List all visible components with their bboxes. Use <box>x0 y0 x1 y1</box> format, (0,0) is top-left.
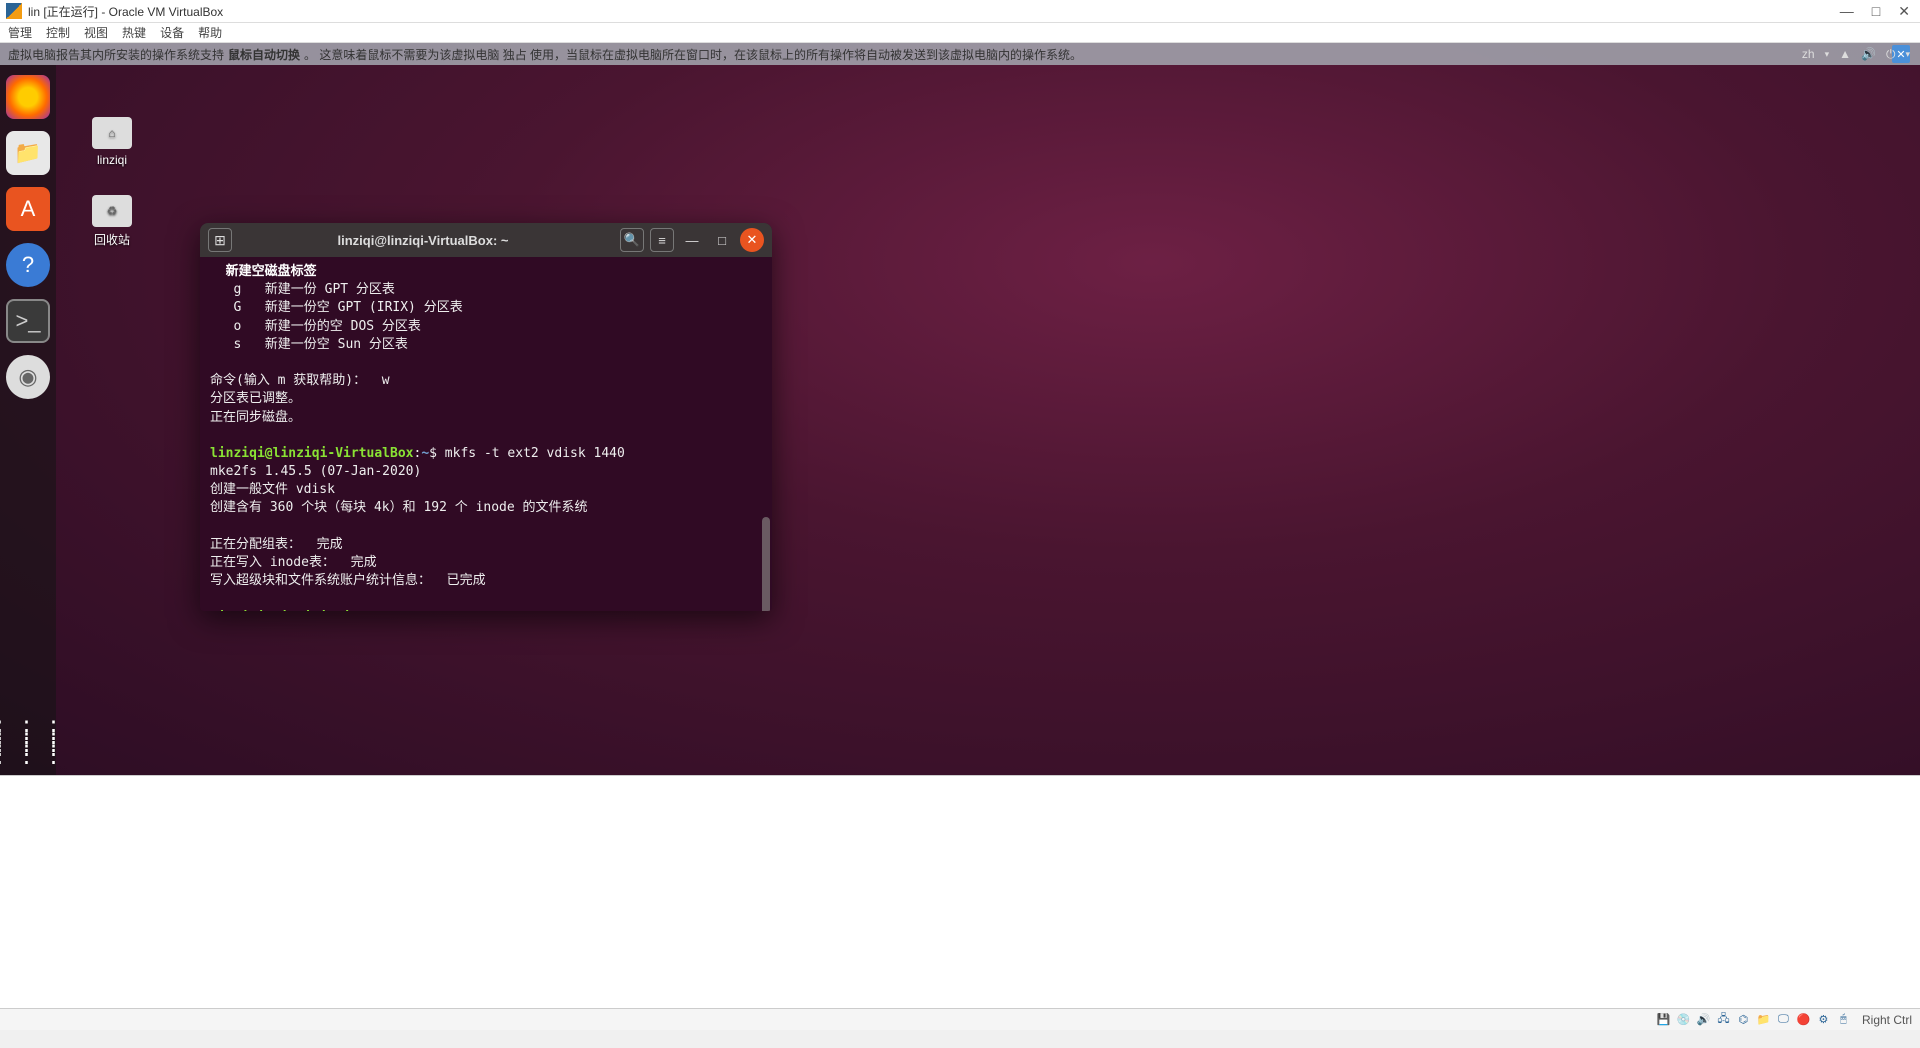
term-line: 创建一般文件 vdisk <box>210 482 335 497</box>
term-cmd: $ mkfs -t ext2 vdisk 1440 <box>429 446 625 461</box>
menu-manage[interactable]: 管理 <box>8 24 32 41</box>
trash-icon: ♻ <box>92 195 132 227</box>
ubuntu-topbar: zh ▾ ▲ 🔊 ⏻ ▾ <box>1792 43 1920 65</box>
status-usb-icon[interactable]: ⌬ <box>1736 1012 1751 1027</box>
terminal-body[interactable]: 新建空磁盘标签 g 新建一份 GPT 分区表 G 新建一份空 GPT (IRIX… <box>200 257 772 611</box>
term-line: 正在同步磁盘。 <box>210 410 301 425</box>
banner-text-bold: 鼠标自动切换 <box>228 46 300 63</box>
terminal-maximize-button[interactable]: □ <box>710 228 734 252</box>
terminal-titlebar[interactable]: ⊞ linziqi@linziqi-VirtualBox: ~ 🔍 ≡ — □ … <box>200 223 772 257</box>
menu-hotkeys[interactable]: 热键 <box>122 24 146 41</box>
terminal-search-button[interactable]: 🔍 <box>620 228 644 252</box>
term-line: 正在写入 inode表： 完成 <box>210 555 377 570</box>
status-network-icon[interactable]: 🖧 <box>1716 1012 1731 1027</box>
host-close-button[interactable]: ✕ <box>1898 3 1910 20</box>
input-dropdown-icon: ▾ <box>1825 49 1830 60</box>
term-prompt-path: ~ <box>421 446 429 461</box>
term-line: g 新建一份 GPT 分区表 <box>210 282 395 297</box>
banner-text-pre: 虚拟电脑报告其内所安装的操作系统支持 <box>8 46 224 63</box>
host-menubar: 管理 控制 视图 热键 设备 帮助 <box>0 23 1920 43</box>
input-method-indicator[interactable]: zh <box>1802 47 1815 61</box>
dock-help-icon[interactable]: ? <box>6 243 50 287</box>
terminal-menu-button[interactable]: ≡ <box>650 228 674 252</box>
volume-icon[interactable]: 🔊 <box>1861 47 1876 61</box>
menu-control[interactable]: 控制 <box>46 24 70 41</box>
terminal-close-button[interactable]: ✕ <box>740 228 764 252</box>
dock-apps-grid-icon[interactable]: ⋮⋮⋮⋮⋮⋮⋮⋮⋮ <box>0 725 69 761</box>
host-status-icons: 💾 💿 🔊 🖧 ⌬ 📁 🖵 🔴 ⚙ 🖱 Right Ctrl <box>1656 1012 1912 1027</box>
power-icon[interactable]: ⏻ <box>1886 47 1896 62</box>
term-line: 写入超级块和文件系统账户统计信息： 已完成 <box>210 573 486 588</box>
dock-terminal-icon[interactable]: >_ <box>6 299 50 343</box>
network-icon[interactable]: ▲ <box>1839 47 1851 61</box>
dock-software-icon[interactable]: A <box>6 187 50 231</box>
terminal-minimize-button[interactable]: — <box>680 228 704 252</box>
status-display-icon[interactable]: 🖵 <box>1776 1012 1791 1027</box>
home-folder-label: linziqi <box>97 153 127 167</box>
status-mouse-icon[interactable]: 🖱 <box>1836 1012 1851 1027</box>
host-window-title: lin [正在运行] - Oracle VM VirtualBox <box>28 3 1840 20</box>
menu-devices[interactable]: 设备 <box>160 24 184 41</box>
host-content-gap <box>0 775 1920 1008</box>
status-harddisk-icon[interactable]: 💾 <box>1656 1012 1671 1027</box>
host-statusbar: 💾 💿 🔊 🖧 ⌬ 📁 🖵 🔴 ⚙ 🖱 Right Ctrl <box>0 1008 1920 1030</box>
home-folder-icon: ⌂ <box>92 117 132 149</box>
host-minimize-button[interactable]: — <box>1840 3 1854 20</box>
term-line: 新建空磁盘标签 <box>210 264 317 279</box>
term-line: 正在分配组表： 完成 <box>210 537 343 552</box>
host-maximize-button[interactable]: □ <box>1872 3 1880 20</box>
term-prompt-user: linziqi@linziqi-VirtualBox <box>210 610 414 611</box>
banner-text-post: 。 这意味着鼠标不需要为该虚拟电脑 独占 使用，当鼠标在虚拟电脑所在窗口时，在该… <box>304 46 1082 63</box>
vm-display[interactable]: 虚拟电脑报告其内所安装的操作系统支持 鼠标自动切换 。 这意味着鼠标不需要为该虚… <box>0 43 1920 775</box>
menu-help[interactable]: 帮助 <box>198 24 222 41</box>
term-line: 命令(输入 m 获取帮助)： w <box>210 373 390 388</box>
status-optical-icon[interactable]: 💿 <box>1676 1012 1691 1027</box>
ubuntu-dock: 📁 A ? >_ ◉ ⋮⋮⋮⋮⋮⋮⋮⋮⋮ <box>0 65 56 775</box>
term-line: 创建含有 360 个块（每块 4k）和 192 个 inode 的文件系统 <box>210 500 588 515</box>
desktop-home-folder[interactable]: ⌂ linziqi <box>80 117 144 167</box>
status-recording-icon[interactable]: 🔴 <box>1796 1012 1811 1027</box>
status-audio-icon[interactable]: 🔊 <box>1696 1012 1711 1027</box>
dock-firefox-icon[interactable] <box>6 75 50 119</box>
term-cmd: $ sudo mount -o loop vdisk /mnt <box>429 610 672 611</box>
host-titlebar: lin [正在运行] - Oracle VM VirtualBox — □ ✕ <box>0 0 1920 23</box>
term-line: 分区表已调整。 <box>210 391 301 406</box>
status-hostkey-label: Right Ctrl <box>1862 1013 1912 1027</box>
term-prompt-user: linziqi@linziqi-VirtualBox <box>210 446 414 461</box>
dock-files-icon[interactable]: 📁 <box>6 131 50 175</box>
dock-disc-icon[interactable]: ◉ <box>6 355 50 399</box>
term-line: s 新建一份空 Sun 分区表 <box>210 337 408 352</box>
terminal-title: linziqi@linziqi-VirtualBox: ~ <box>232 233 614 248</box>
terminal-scrollbar[interactable] <box>762 517 770 611</box>
desktop-trash[interactable]: ♻ 回收站 <box>80 195 144 248</box>
terminal-newtab-button[interactable]: ⊞ <box>208 228 232 252</box>
status-shared-folder-icon[interactable]: 📁 <box>1756 1012 1771 1027</box>
term-line: o 新建一份的空 DOS 分区表 <box>210 319 421 334</box>
status-cpu-icon[interactable]: ⚙ <box>1816 1012 1831 1027</box>
trash-label: 回收站 <box>94 231 130 248</box>
virtualbox-icon <box>6 3 22 19</box>
term-prompt-path: ~ <box>421 610 429 611</box>
terminal-window: ⊞ linziqi@linziqi-VirtualBox: ~ 🔍 ≡ — □ … <box>200 223 772 611</box>
term-line: mke2fs 1.45.5 (07-Jan-2020) <box>210 464 421 479</box>
mouse-integration-banner: 虚拟电脑报告其内所安装的操作系统支持 鼠标自动切换 。 这意味着鼠标不需要为该虚… <box>0 43 1920 65</box>
menu-view[interactable]: 视图 <box>84 24 108 41</box>
desktop-icons: ⌂ linziqi ♻ 回收站 <box>80 117 144 248</box>
term-line: G 新建一份空 GPT (IRIX) 分区表 <box>210 300 463 315</box>
system-dropdown-icon: ▾ <box>1905 49 1910 60</box>
